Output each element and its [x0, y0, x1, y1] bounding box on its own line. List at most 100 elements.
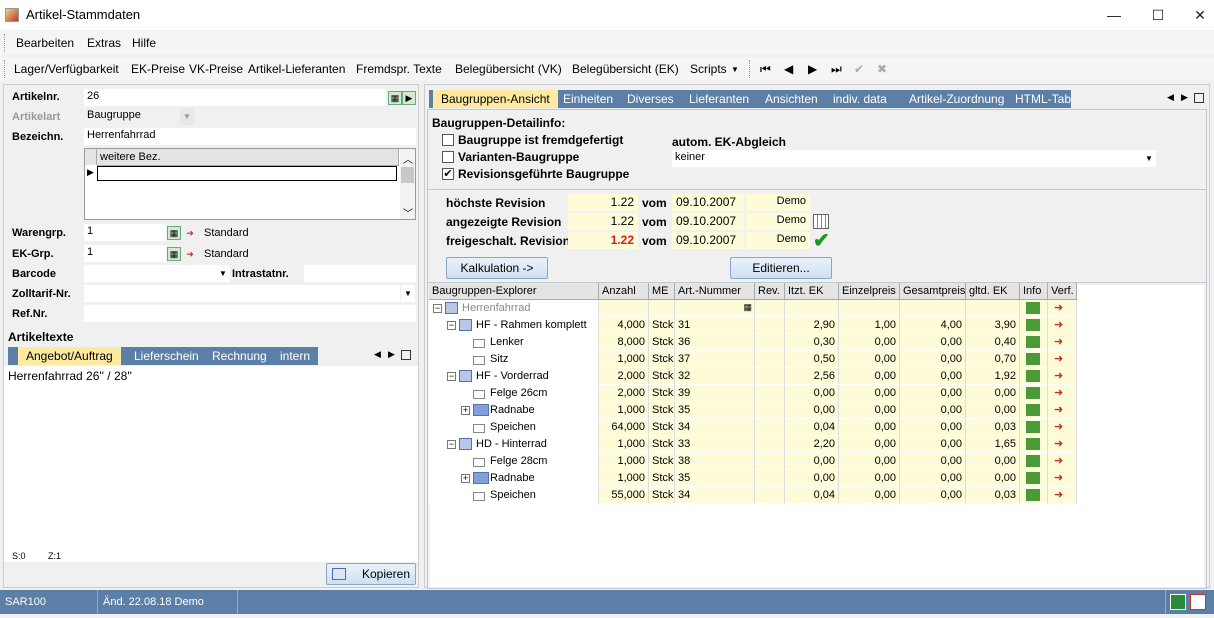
cell-artnr[interactable]: 39: [675, 385, 755, 402]
table-row[interactable]: Lenker 8,000 Stck 36 0,30 0,00 0,00 0,40 ➜: [429, 334, 1077, 351]
info-cell[interactable]: [1020, 402, 1048, 419]
cell-rev[interactable]: [755, 368, 785, 385]
cell-itzt-ek[interactable]: 0,30: [785, 334, 839, 351]
verf-cell[interactable]: ➜: [1048, 453, 1077, 470]
artikeltext-area[interactable]: Herrenfahrrad 26'' / 28'': [4, 366, 418, 562]
verf-cell[interactable]: ➜: [1048, 487, 1077, 504]
zolltarif-input[interactable]: [84, 285, 400, 302]
warengrp-input[interactable]: 1: [84, 224, 166, 241]
info-icon[interactable]: [1026, 387, 1040, 399]
tree-cell[interactable]: − Herrenfahrrad: [429, 300, 599, 317]
editieren-button[interactable]: Editieren...: [730, 257, 832, 279]
cell-gltd-ek[interactable]: [966, 300, 1020, 317]
cell-rev[interactable]: [755, 402, 785, 419]
weitere-bez-grid[interactable]: weitere Bez. ▶ ︿ ﹀: [84, 148, 416, 220]
warengrp-search-icon[interactable]: ▦: [167, 226, 181, 240]
cell-einzelpreis[interactable]: 0,00: [839, 487, 900, 504]
availability-icon[interactable]: ➜: [1054, 471, 1063, 484]
scripts-dropdown-icon[interactable]: ▼: [731, 65, 739, 74]
weitere-bez-scrollbar[interactable]: ︿ ﹀: [400, 149, 415, 220]
tab-indiv-data[interactable]: indiv. data: [825, 90, 895, 108]
warengrp-goto-icon[interactable]: ➜: [183, 226, 197, 240]
cell-artnr[interactable]: 38: [675, 453, 755, 470]
bezeichn-input[interactable]: Herrenfahrrad: [84, 128, 416, 145]
table-row[interactable]: − HF - Rahmen komplett 4,000 Stck 31 2,90 1,00…: [429, 317, 1077, 334]
cell-me[interactable]: Stck: [649, 453, 675, 470]
cell-rev[interactable]: [755, 351, 785, 368]
info-icon[interactable]: [1026, 353, 1040, 365]
varianten-checkbox[interactable]: [442, 151, 454, 163]
article-search-icon[interactable]: ▦: [743, 302, 752, 313]
cell-rev[interactable]: [755, 385, 785, 402]
cell-itzt-ek[interactable]: [785, 300, 839, 317]
info-cell[interactable]: [1020, 368, 1048, 385]
autom-ek-select[interactable]: keiner: [672, 150, 1142, 167]
cell-artnr[interactable]: 34: [675, 419, 755, 436]
cell-einzelpreis[interactable]: 0,00: [839, 385, 900, 402]
cell-artnr[interactable]: 31: [675, 317, 755, 334]
info-icon[interactable]: [1026, 421, 1040, 433]
tab-angebot[interactable]: Angebot/Auftrag: [18, 347, 121, 365]
cell-gltd-ek[interactable]: 1,92: [966, 368, 1020, 385]
cell-gltd-ek[interactable]: 0,03: [966, 419, 1020, 436]
cell-gltd-ek[interactable]: 0,40: [966, 334, 1020, 351]
cell-gesamtpreis[interactable]: 0,00: [900, 419, 966, 436]
toolbar-vk-preise[interactable]: VK-Preise: [189, 62, 243, 76]
info-cell[interactable]: [1020, 419, 1048, 436]
cell-artnr[interactable]: 35: [675, 402, 755, 419]
scroll-thumb[interactable]: [401, 167, 414, 183]
cell-einzelpreis[interactable]: 0,00: [839, 419, 900, 436]
cell-artnr[interactable]: 36: [675, 334, 755, 351]
tab-rechnung[interactable]: Rechnung: [204, 347, 275, 365]
availability-icon[interactable]: ➜: [1054, 301, 1063, 314]
cell-einzelpreis[interactable]: [839, 300, 900, 317]
cell-itzt-ek[interactable]: 2,20: [785, 436, 839, 453]
info-icon[interactable]: [1026, 319, 1040, 331]
cell-einzelpreis[interactable]: 0,00: [839, 334, 900, 351]
scroll-up-icon[interactable]: ︿: [403, 151, 413, 166]
availability-icon[interactable]: ➜: [1054, 437, 1063, 450]
cell-anzahl[interactable]: 8,000: [599, 334, 649, 351]
tree-cell[interactable]: − HF - Rahmen komplett: [429, 317, 599, 334]
cell-gltd-ek[interactable]: 1,65: [966, 436, 1020, 453]
info-cell[interactable]: [1020, 317, 1048, 334]
minimize-button[interactable]: —: [1092, 0, 1136, 30]
tree-cell[interactable]: Felge 26cm: [429, 385, 599, 402]
col-me[interactable]: ME: [649, 283, 675, 300]
menu-hilfe[interactable]: Hilfe: [132, 36, 156, 50]
table-row[interactable]: − HD - Hinterrad 1,000 Stck 33 2,20 0,00 0,00 1,…: [429, 436, 1077, 453]
col-itzt-ek[interactable]: Itzt. EK: [785, 283, 839, 300]
cell-anzahl[interactable]: 55,000: [599, 487, 649, 504]
cell-itzt-ek[interactable]: 0,00: [785, 385, 839, 402]
cell-rev[interactable]: [755, 300, 785, 317]
cell-gesamtpreis[interactable]: 0,00: [900, 368, 966, 385]
cell-rev[interactable]: [755, 436, 785, 453]
table-row[interactable]: + Radnabe 1,000 Stck 35 0,00 0,00 0,00 0,00 ➜: [429, 402, 1077, 419]
cell-gesamtpreis[interactable]: 0,00: [900, 436, 966, 453]
cell-rev[interactable]: [755, 487, 785, 504]
cell-gesamtpreis[interactable]: 4,00: [900, 317, 966, 334]
cell-einzelpreis[interactable]: 0,00: [839, 402, 900, 419]
cell-rev[interactable]: [755, 334, 785, 351]
cell-artnr[interactable]: 35: [675, 470, 755, 487]
cell-me[interactable]: Stck: [649, 436, 675, 453]
availability-icon[interactable]: ➜: [1054, 386, 1063, 399]
cell-itzt-ek[interactable]: 0,50: [785, 351, 839, 368]
cell-gesamtpreis[interactable]: 0,00: [900, 402, 966, 419]
cell-itzt-ek[interactable]: 0,04: [785, 419, 839, 436]
tab-lieferschein[interactable]: Lieferschein: [126, 347, 207, 365]
cell-einzelpreis[interactable]: 1,00: [839, 317, 900, 334]
cell-me[interactable]: Stck: [649, 368, 675, 385]
kalkulation-button[interactable]: Kalkulation ->: [446, 257, 548, 279]
tab-ansichten[interactable]: Ansichten: [757, 90, 826, 108]
info-icon[interactable]: [1026, 438, 1040, 450]
table-row[interactable]: Sitz 1,000 Stck 37 0,50 0,00 0,00 0,70 ➜: [429, 351, 1077, 368]
artikelart-dropdown-icon[interactable]: ▼: [180, 108, 194, 125]
tab-einheiten[interactable]: Einheiten: [555, 90, 621, 108]
cell-einzelpreis[interactable]: 0,00: [839, 368, 900, 385]
ekgrp-input[interactable]: 1: [84, 245, 166, 262]
availability-icon[interactable]: ➜: [1054, 369, 1063, 382]
cell-artnr[interactable]: 32: [675, 368, 755, 385]
info-cell[interactable]: [1020, 300, 1048, 317]
next-record-icon[interactable]: ▶: [808, 62, 817, 76]
